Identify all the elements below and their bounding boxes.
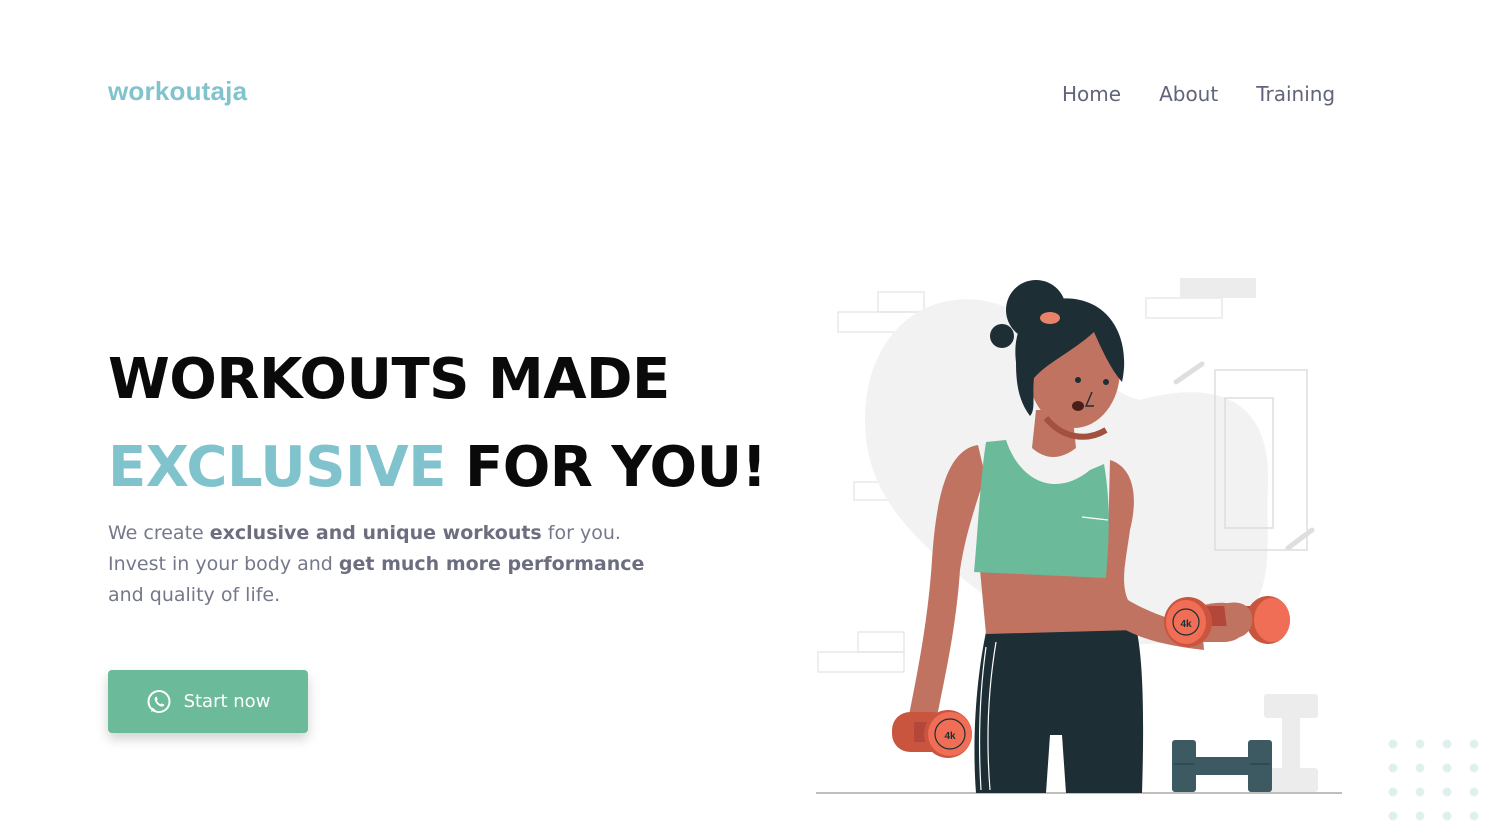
hero-title: WORKOUTS MADE EXCLUSIVE FOR YOU! bbox=[108, 336, 767, 512]
logo[interactable]: workoutaja bbox=[108, 76, 247, 107]
decorative-dot bbox=[1388, 763, 1398, 773]
decorative-dot bbox=[1415, 763, 1425, 773]
hero-description: We create exclusive and unique workouts … bbox=[108, 518, 648, 611]
decorative-dots bbox=[1388, 739, 1479, 821]
eye bbox=[1075, 377, 1081, 383]
leggings bbox=[974, 628, 1144, 793]
floor-dumbbell-dark bbox=[1172, 740, 1272, 792]
decorative-dot bbox=[1442, 763, 1452, 773]
decorative-dot bbox=[1415, 739, 1425, 749]
decorative-dot bbox=[1469, 787, 1479, 797]
start-now-label: Start now bbox=[183, 691, 271, 712]
hero-text-part: We create bbox=[108, 522, 210, 544]
hero-text-part: for you. bbox=[541, 522, 621, 544]
hero-text-part: and quality of life. bbox=[108, 584, 281, 606]
decorative-dot bbox=[1442, 739, 1452, 749]
decorative-dot bbox=[1442, 811, 1452, 821]
start-now-button[interactable]: Start now bbox=[108, 670, 308, 733]
decorative-dot bbox=[1388, 787, 1398, 797]
floor-dumbbell-light bbox=[1264, 694, 1318, 792]
hair-bun bbox=[1006, 280, 1066, 340]
nav-about[interactable]: About bbox=[1159, 82, 1218, 106]
decorative-dot bbox=[1415, 811, 1425, 821]
decorative-dot bbox=[1442, 787, 1452, 797]
nav-training[interactable]: Training bbox=[1256, 82, 1335, 106]
hero-text-part: Invest in your body and bbox=[108, 553, 339, 575]
decorative-dot bbox=[1469, 811, 1479, 821]
whatsapp-icon bbox=[146, 689, 172, 715]
hero-text-bold: get much more performance bbox=[338, 553, 645, 575]
workout-woman-illustration: 4k 4k bbox=[816, 278, 1342, 794]
decorative-dot bbox=[1469, 739, 1479, 749]
main-nav: Home About Training bbox=[1062, 82, 1335, 106]
wall-brick-solid bbox=[1180, 278, 1256, 298]
dumbbell-weight-label: 4k bbox=[944, 731, 956, 742]
hero-text-bold: exclusive and unique workouts bbox=[209, 522, 542, 544]
dumbbell-left: 4k bbox=[892, 710, 972, 758]
right-hand bbox=[1224, 602, 1253, 639]
decorative-dot bbox=[1388, 739, 1398, 749]
decorative-dot bbox=[1415, 787, 1425, 797]
nav-home[interactable]: Home bbox=[1062, 82, 1121, 106]
decorative-dot bbox=[1388, 811, 1398, 821]
dumbbell-weight-label: 4k bbox=[1180, 619, 1192, 630]
hero-title-accent: EXCLUSIVE bbox=[108, 435, 446, 500]
hero-title-rest: FOR YOU! bbox=[445, 435, 767, 500]
hero-title-line1: WORKOUTS MADE bbox=[108, 347, 670, 412]
decorative-dot bbox=[1469, 763, 1479, 773]
